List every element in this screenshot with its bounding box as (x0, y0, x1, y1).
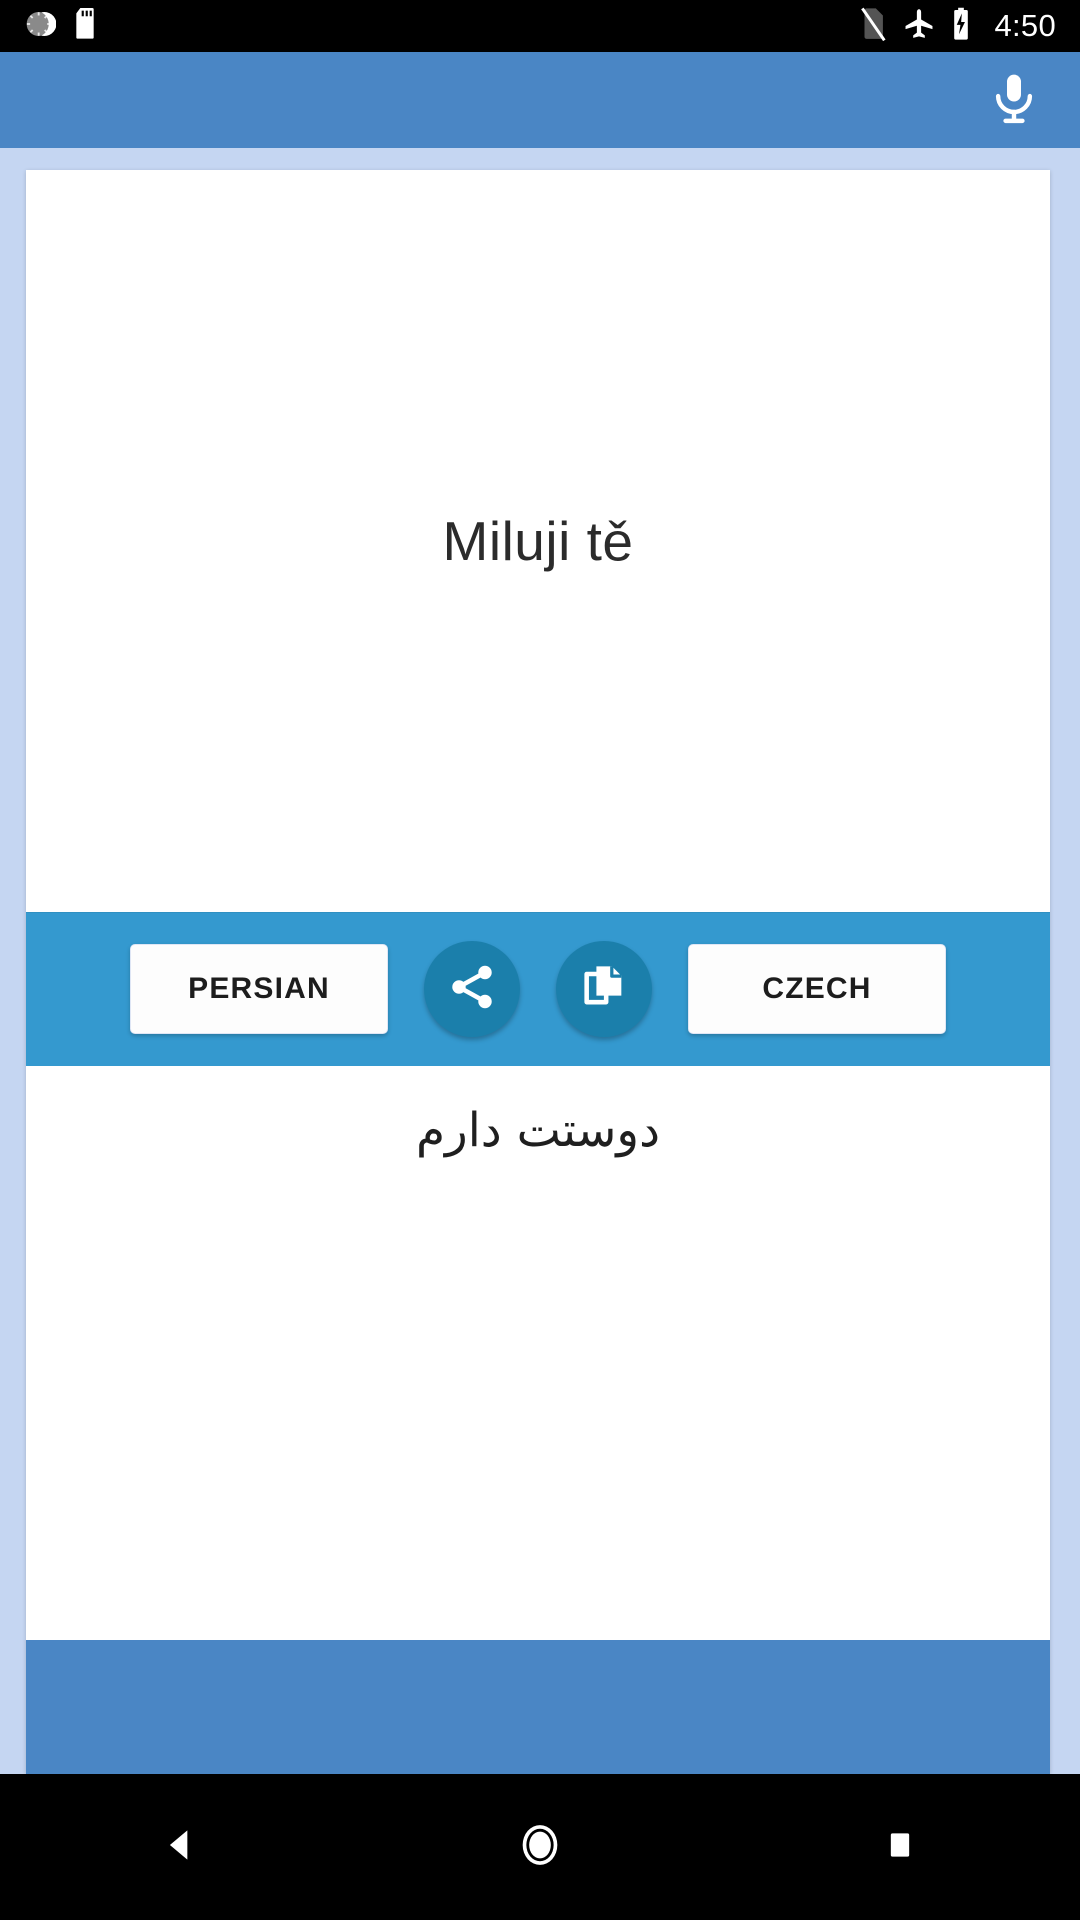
sd-card-icon (74, 7, 100, 45)
share-button[interactable] (424, 941, 520, 1037)
app-bar (0, 52, 1080, 148)
nav-home-button[interactable] (460, 1774, 620, 1920)
share-icon (446, 961, 498, 1018)
android-navigation-bar (0, 1774, 1080, 1920)
card-footer-band (26, 1640, 1050, 1774)
alarm-gauge-icon (24, 8, 57, 45)
microphone-button[interactable] (980, 66, 1048, 134)
status-bar-left-icons (24, 7, 100, 45)
translator-card: Miluji tě PERSIAN CZECH دوستت دارم (26, 170, 1050, 1774)
target-language-button[interactable]: CZECH (688, 944, 946, 1034)
copy-icon (578, 961, 630, 1018)
status-bar: 4:50 (0, 0, 1080, 52)
nav-recents-button[interactable] (820, 1774, 980, 1920)
source-text: Miluji tě (442, 510, 634, 572)
nav-back-button[interactable] (100, 1774, 260, 1920)
no-sim-icon (858, 7, 888, 46)
home-circle-icon (514, 1819, 566, 1876)
source-language-button[interactable]: PERSIAN (130, 944, 388, 1034)
target-text-pane[interactable]: دوستت دارم (26, 1066, 1050, 1640)
target-text: دوستت دارم (415, 1103, 661, 1158)
recents-square-icon (880, 1825, 920, 1870)
language-control-bar: PERSIAN CZECH (26, 912, 1050, 1066)
back-triangle-icon (158, 1823, 202, 1872)
battery-charging-icon (950, 7, 972, 46)
copy-button[interactable] (556, 941, 652, 1037)
microphone-icon (986, 70, 1042, 131)
status-bar-right-icons: 4:50 (858, 7, 1056, 46)
airplane-mode-icon (902, 7, 936, 46)
phone-screen: 4:50 Miluji tě PERSIAN CZECH دوستت دارم (0, 0, 1080, 1920)
status-bar-clock: 4:50 (994, 8, 1056, 43)
source-text-pane[interactable]: Miluji tě (26, 170, 1050, 912)
